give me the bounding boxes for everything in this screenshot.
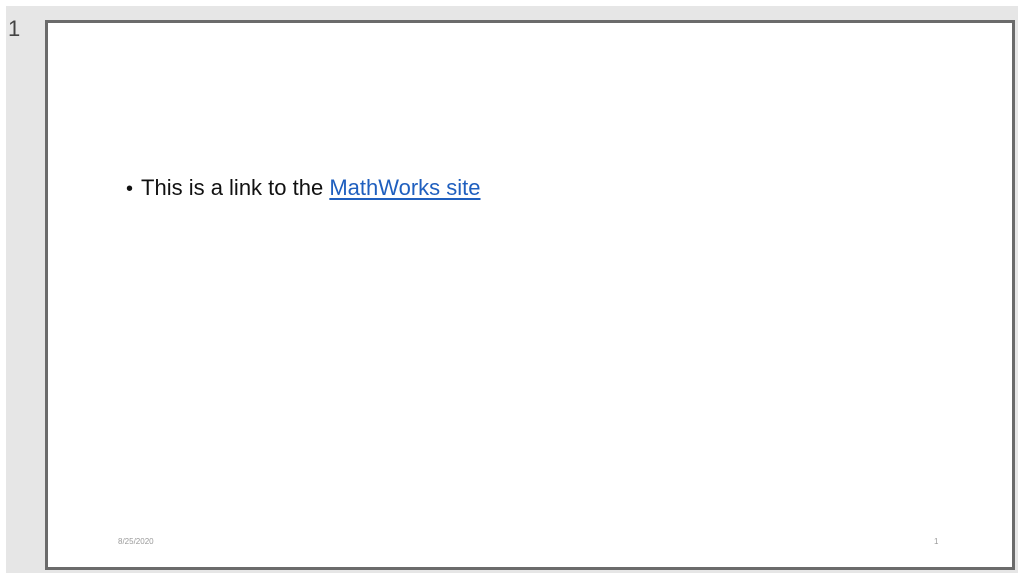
bullet-icon: • (126, 178, 134, 200)
bullet-item: • This is a link to the MathWorks site (126, 173, 481, 204)
footer-date: 8/25/2020 (118, 537, 154, 546)
mathworks-link[interactable]: MathWorks site (329, 175, 480, 200)
footer-page-number: 1 (934, 537, 939, 546)
slide-thumbnail-pane: 1 • This is a link to the MathWorks site … (0, 0, 1018, 573)
slide-thumbnail[interactable]: • This is a link to the MathWorks site 8/… (45, 20, 1015, 570)
slide-number: 1 (8, 16, 21, 41)
bullet-text: This is a link to the (141, 175, 330, 200)
